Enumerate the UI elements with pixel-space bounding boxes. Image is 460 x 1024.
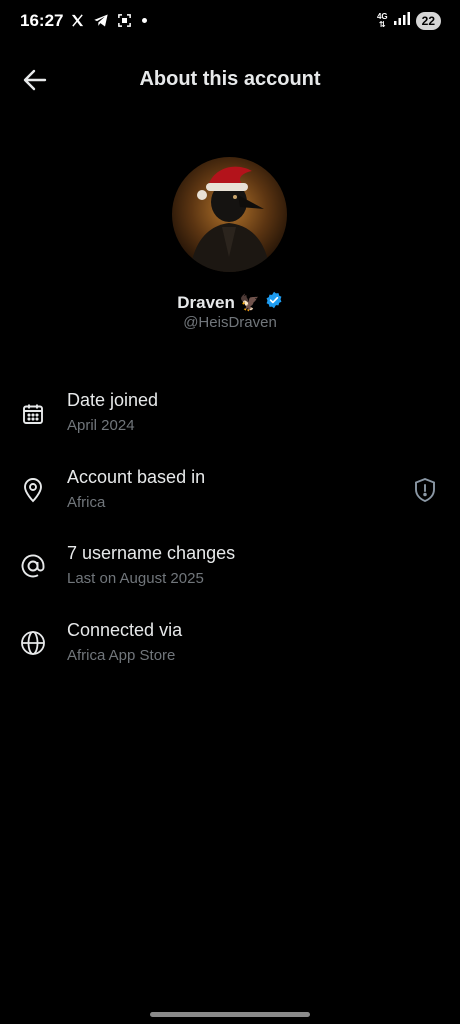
at-sign-icon [19,552,47,580]
globe-icon [19,629,47,657]
profile-handle: @HeisDraven [183,314,277,331]
signal-icon [393,12,410,30]
detail-subtitle: Africa [67,494,106,511]
detail-subtitle: Last on August 2025 [67,570,204,587]
detail-row-connected-via: Connected via Africa App Store [0,620,460,680]
detail-title: Account based in [67,467,206,487]
display-name: Draven [177,292,235,312]
screenshot-icon [117,13,132,28]
network-type: 4G ⇅ [376,12,388,29]
notification-dot [142,18,147,23]
detail-row-date-joined: Date joined April 2024 [0,390,460,450]
page-title: About this account [139,68,321,90]
calendar-icon [19,400,47,428]
status-notification-icons [70,13,147,28]
detail-title: 7 username changes [67,543,236,563]
x-icon [70,13,85,28]
profile-name-row: Draven 🦅 [0,291,460,314]
avatar[interactable] [172,157,287,272]
verified-badge-icon [265,291,283,314]
eagle-emoji: 🦅 [239,294,260,312]
detail-subtitle: April 2024 [67,417,135,434]
detail-title: Connected via [67,620,183,640]
battery-indicator: 22 [415,12,441,30]
detail-subtitle: Africa App Store [67,647,176,664]
telegram-icon [93,13,109,28]
shield-alert-icon[interactable] [412,476,438,504]
status-system-icons: 4G ⇅ 22 [377,12,441,30]
status-bar: 16:27 4G ⇅ 22 [0,0,460,44]
status-time: 16:27 [20,11,64,30]
detail-row-username-changes: 7 username changes Last on August 2025 [0,543,460,603]
home-indicator[interactable] [150,1012,310,1017]
detail-row-account-based-in: Account based in Africa [0,467,460,527]
top-app-bar: About this account [0,56,460,104]
location-pin-icon [19,476,47,504]
detail-title: Date joined [67,390,159,410]
